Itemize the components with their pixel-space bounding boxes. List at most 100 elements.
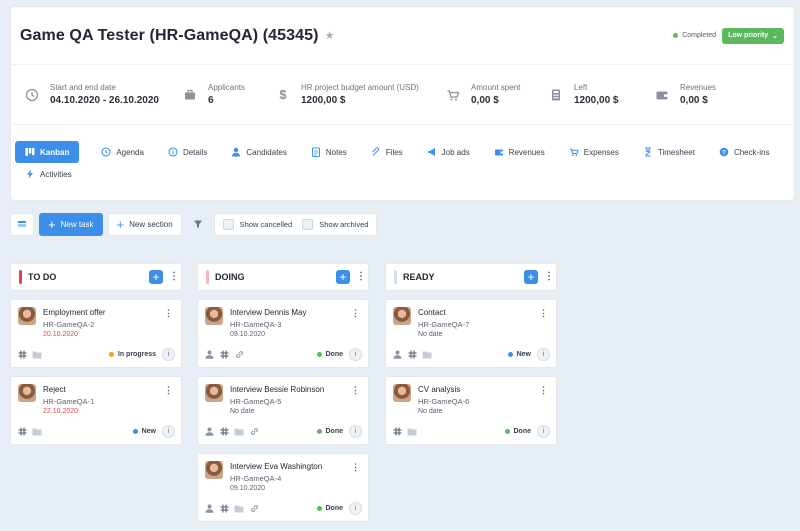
column-menu-icon[interactable]: ⋮: [169, 272, 179, 282]
tab-files[interactable]: Files: [361, 141, 413, 163]
add-card-button[interactable]: +: [149, 270, 163, 284]
card-title: CV analysis: [418, 385, 461, 394]
status-dot: [316, 351, 322, 357]
tab-expenses[interactable]: Expenses: [559, 141, 629, 163]
status-badge: In progress: [108, 351, 156, 358]
plus-icon: +: [116, 217, 125, 232]
status-badge: Done: [504, 428, 531, 435]
info-icon[interactable]: i: [537, 424, 550, 438]
tab-notes[interactable]: Notes: [301, 141, 357, 163]
tab-kanban[interactable]: Kanban: [15, 141, 80, 163]
new-task-label: New task: [60, 220, 94, 229]
tab-check-ins[interactable]: ? Check-ins: [709, 141, 780, 163]
folder-icon: [422, 349, 432, 359]
tab-activities[interactable]: Activities: [15, 163, 82, 185]
plus-icon: +: [48, 217, 56, 232]
task-card[interactable]: Employment offer HR-GameQA-2 20.10.2020 …: [10, 299, 182, 368]
info-icon[interactable]: i: [349, 347, 362, 361]
details-icon: [168, 147, 178, 157]
tab-label: Expenses: [583, 147, 619, 157]
avatar: [393, 307, 411, 325]
info-icon[interactable]: i: [162, 424, 175, 438]
folder-icon: [234, 503, 244, 513]
slack-icon: [219, 503, 229, 513]
cart-icon: [441, 83, 465, 107]
user-icon: [392, 349, 402, 359]
status-indicator: Completed: [673, 32, 716, 39]
card-date: No date: [418, 408, 443, 415]
agenda-icon: [101, 147, 111, 157]
card-date: 09.10.2020: [230, 485, 266, 492]
card-code: HR-GameQA-6: [418, 397, 470, 406]
card-menu-icon[interactable]: ⋮: [351, 385, 360, 396]
card-title: Employment offer: [43, 308, 106, 317]
status-badge: New: [132, 428, 156, 435]
info-icon[interactable]: i: [537, 347, 550, 361]
task-card[interactable]: Reject HR-GameQA-1 22.10.2020 ⋮ New i: [10, 376, 182, 445]
info-icon[interactable]: i: [349, 424, 362, 438]
task-card[interactable]: Interview Bessie Robinson HR-GameQA-5 No…: [197, 376, 369, 445]
tab-label: Timesheet: [657, 147, 695, 157]
show-archived-checkbox[interactable]: Show archived: [302, 219, 368, 230]
tab-candidates[interactable]: Candidates: [221, 141, 296, 163]
task-card[interactable]: Contact HR-GameQA-7 No date ⋮ New i: [385, 299, 557, 368]
tab-bar: Kanban Agenda Details Candidates Notes F…: [15, 141, 790, 185]
tab-label: Details: [182, 147, 208, 157]
stat-label: Applicants: [208, 83, 245, 92]
megaphone-icon: [427, 147, 437, 157]
new-section-button[interactable]: + New section: [107, 213, 182, 236]
priority-dropdown[interactable]: Low priority ⌄: [722, 27, 784, 44]
card-menu-icon[interactable]: ⋮: [539, 308, 548, 319]
column-color-bar: [19, 270, 22, 284]
tab-timesheet[interactable]: Timesheet: [633, 141, 705, 163]
tab-details[interactable]: Details: [158, 141, 217, 163]
tab-job-ads[interactable]: Job ads: [417, 141, 480, 163]
stat-label: Revenues: [680, 83, 717, 92]
star-icon[interactable]: ★: [325, 29, 335, 42]
checkbox-box[interactable]: [222, 219, 234, 230]
tab-label: Job ads: [441, 147, 470, 157]
card-footer: Done i: [204, 501, 362, 515]
checkbox-box[interactable]: [302, 219, 314, 230]
info-icon[interactable]: i: [162, 347, 175, 361]
card-code: HR-GameQA-3: [230, 320, 282, 329]
status-dot: [507, 351, 513, 357]
add-card-button[interactable]: +: [524, 270, 538, 284]
card-menu-icon[interactable]: ⋮: [351, 462, 360, 473]
slack-icon: [17, 426, 27, 436]
column-menu-icon[interactable]: ⋮: [356, 272, 366, 282]
column-menu-icon[interactable]: ⋮: [544, 272, 554, 282]
status-text: New: [516, 350, 531, 358]
card-footer: Done i: [204, 424, 362, 438]
card-code: HR-GameQA-1: [43, 397, 95, 406]
tab-agenda[interactable]: Agenda: [91, 141, 154, 163]
column-header: TO DO + ⋮: [10, 263, 182, 291]
info-icon[interactable]: i: [349, 501, 362, 515]
user-icon: [204, 349, 214, 359]
slack-icon: [219, 349, 229, 359]
filter-button[interactable]: [187, 213, 209, 236]
column-color-bar: [206, 270, 209, 284]
collapse-button[interactable]: [10, 213, 34, 236]
task-card[interactable]: CV analysis HR-GameQA-6 No date ⋮ Done i: [385, 376, 557, 445]
tab-label: Check-ins: [733, 147, 770, 157]
tab-label: Revenues: [508, 147, 545, 157]
card-menu-icon[interactable]: ⋮: [539, 385, 548, 396]
folder-icon: [407, 426, 417, 436]
column-title: READY: [403, 272, 435, 282]
tab-revenues[interactable]: Revenues: [484, 141, 555, 163]
task-card[interactable]: Interview Eva Washington HR-GameQA-4 09.…: [197, 453, 369, 522]
card-title: Contact: [418, 308, 446, 317]
card-menu-icon[interactable]: ⋮: [164, 385, 173, 396]
card-menu-icon[interactable]: ⋮: [351, 308, 360, 319]
status-dot: [108, 351, 114, 357]
add-card-button[interactable]: +: [336, 270, 350, 284]
slack-icon: [392, 426, 402, 436]
slack-icon: [17, 349, 27, 359]
show-cancelled-checkbox[interactable]: Show cancelled: [222, 219, 292, 230]
card-menu-icon[interactable]: ⋮: [164, 308, 173, 319]
task-card[interactable]: Interview Dennis May HR-GameQA-3 09.10.2…: [197, 299, 369, 368]
new-task-button[interactable]: + New task: [39, 213, 103, 236]
tab-label: Activities: [40, 169, 72, 179]
board-toolbar: + New task + New section Show cancelled Sh…: [10, 213, 378, 236]
